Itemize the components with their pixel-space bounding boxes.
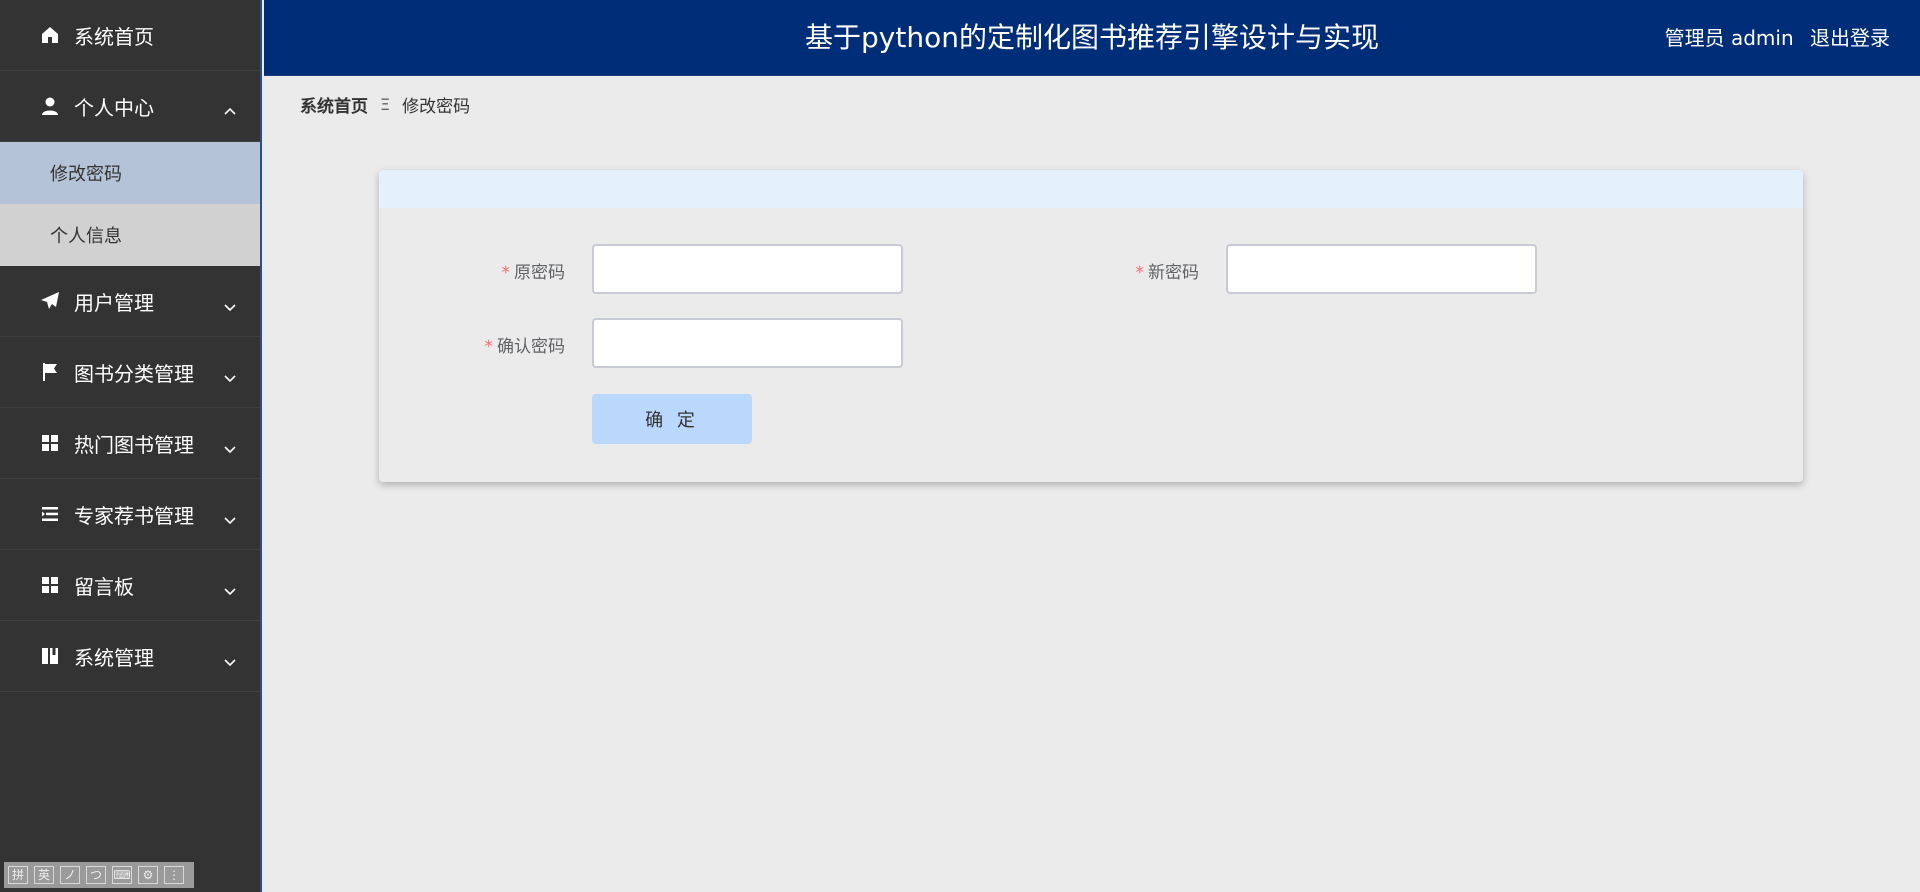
ime-key[interactable]: ⚙ (138, 866, 158, 884)
sidebar-item-personal-center[interactable]: 个人中心 (0, 71, 260, 142)
ime-key[interactable]: 拼 (8, 866, 28, 884)
breadcrumb-current: 修改密码 (402, 97, 471, 117)
top-header: 基于python的定制化图书推荐引擎设计与实现 管理员 admin 退出登录 (264, 0, 1920, 76)
sidebar-subitem-label: 个人信息 (50, 226, 122, 247)
sidebar: 系统首页 个人中心 修改密码 个人信息 用户管理 图书分类管理 热门图书管理 专… (0, 0, 262, 892)
logout-link[interactable]: 退出登录 (1810, 26, 1890, 50)
new-password-label-text: 新密码 (1148, 263, 1199, 283)
book-icon (40, 646, 60, 666)
sidebar-item-label: 用户管理 (74, 290, 154, 315)
confirm-button[interactable]: 确 定 (592, 394, 752, 444)
sidebar-item-label: 系统首页 (74, 24, 154, 49)
sidebar-subitem-change-password[interactable]: 修改密码 (0, 142, 260, 204)
sidebar-item-hot-books[interactable]: 热门图书管理 (0, 408, 260, 479)
sidebar-item-label: 系统管理 (74, 645, 154, 670)
ime-key[interactable]: 英 (34, 866, 54, 884)
chevron-down-icon (224, 294, 236, 312)
chevron-up-icon (224, 99, 236, 115)
chevron-down-icon (224, 436, 236, 454)
old-password-label: * 原密码 (445, 258, 566, 283)
sidebar-item-book-category[interactable]: 图书分类管理 (0, 337, 260, 408)
new-password-label: * 新密码 (1079, 258, 1200, 283)
sidebar-subitem-label: 修改密码 (50, 164, 122, 185)
ime-toolbar: 拼 英 ノ つ ⌨ ⚙ ⋮ (4, 862, 194, 888)
breadcrumb: 系统首页 Ξ 修改密码 (300, 92, 470, 117)
breadcrumb-home[interactable]: 系统首页 (300, 92, 368, 117)
home-icon (40, 25, 60, 45)
required-mark: * (1135, 263, 1145, 283)
flag-icon (40, 362, 60, 382)
sidebar-item-expert-recommend[interactable]: 专家荐书管理 (0, 479, 260, 550)
chevron-down-icon (224, 578, 236, 596)
sidebar-item-label: 个人中心 (74, 95, 154, 120)
sidebar-item-label: 热门图书管理 (74, 432, 194, 457)
grid-icon (40, 575, 60, 595)
send-icon (40, 291, 60, 311)
sidebar-item-label: 专家荐书管理 (74, 503, 194, 528)
sidebar-item-label: 留言板 (74, 574, 134, 599)
list-icon (40, 504, 60, 524)
ime-key[interactable]: つ (86, 866, 106, 884)
sidebar-item-home[interactable]: 系统首页 (0, 0, 260, 71)
sidebar-item-label: 图书分类管理 (74, 361, 194, 386)
confirm-password-input[interactable] (592, 318, 903, 368)
card-header (379, 170, 1803, 208)
user-area: 管理员 admin 退出登录 (1655, 0, 1890, 76)
ime-key[interactable]: ⌨ (112, 866, 132, 884)
change-password-card: * 原密码 * 新密码 * 确认密码 确 定 (379, 170, 1803, 482)
grid-icon (40, 433, 60, 453)
sidebar-item-system-management[interactable]: 系统管理 (0, 621, 260, 692)
role-label: 管理员 admin (1664, 26, 1794, 50)
ime-key[interactable]: ⋮ (164, 866, 184, 884)
old-password-input[interactable] (592, 244, 903, 294)
required-mark: * (484, 337, 494, 357)
required-mark: * (501, 263, 511, 283)
new-password-input[interactable] (1226, 244, 1537, 294)
chevron-down-icon (224, 649, 236, 667)
sidebar-item-message-board[interactable]: 留言板 (0, 550, 260, 621)
confirm-password-label-text: 确认密码 (497, 337, 565, 357)
confirm-password-label: * 确认密码 (445, 332, 566, 357)
ime-key[interactable]: ノ (60, 866, 80, 884)
user-icon (40, 96, 60, 116)
sidebar-subitem-personal-info[interactable]: 个人信息 (0, 204, 260, 266)
breadcrumb-separator: Ξ (380, 95, 391, 114)
chevron-down-icon (224, 365, 236, 383)
old-password-label-text: 原密码 (514, 263, 565, 283)
chevron-down-icon (224, 507, 236, 525)
sidebar-item-user-management[interactable]: 用户管理 (0, 266, 260, 337)
